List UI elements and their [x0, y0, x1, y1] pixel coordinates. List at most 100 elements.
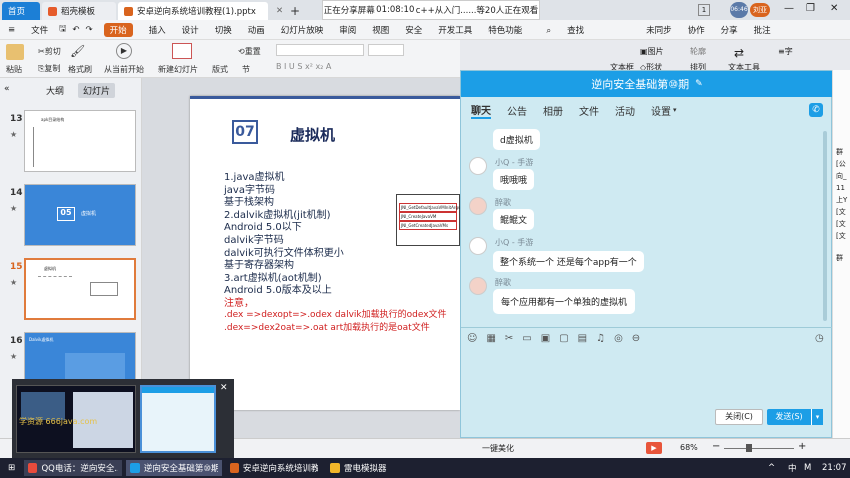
hamburger-icon[interactable]: ≡ [8, 25, 15, 35]
slides-tab[interactable]: 幻灯片 [78, 83, 116, 98]
chevron-down-icon[interactable]: ▾ [673, 106, 677, 114]
menu-review[interactable]: 审阅 [339, 24, 356, 36]
mic-icon[interactable]: ◎ [614, 333, 623, 344]
edit-icon[interactable]: ✎ [695, 79, 703, 89]
zoom-slider-thumb[interactable] [746, 444, 752, 452]
new-tab-button[interactable]: + [284, 2, 300, 20]
avatar[interactable] [469, 197, 487, 215]
tab-file[interactable]: 安卓逆向系统培训教程(1).pptx [118, 2, 268, 20]
more-icon[interactable]: ⊖ [632, 333, 640, 344]
chat-tab-activity[interactable]: 活动 [615, 103, 635, 118]
scissors-icon[interactable]: ✂ [505, 333, 513, 344]
menu-insert[interactable]: 插入 [149, 24, 166, 36]
copy-button[interactable]: ⎘复制 [38, 63, 60, 74]
start-icon[interactable]: ⊞ [4, 460, 19, 476]
avatar[interactable] [469, 277, 487, 295]
taskbar-item-chat[interactable]: 逆向安全基础第⑩期 [126, 460, 222, 476]
menu-view[interactable]: 视图 [372, 24, 389, 36]
chat-tab-files[interactable]: 文件 [579, 103, 599, 118]
save-icon[interactable]: 🖫 [59, 23, 66, 37]
avatar[interactable] [469, 157, 487, 175]
section-button[interactable]: 节 [242, 64, 250, 75]
play-slideshow-icon[interactable]: ▶ [646, 442, 662, 454]
font-size-select[interactable] [368, 44, 404, 56]
play-from-current-button[interactable]: 从当前开始 [104, 64, 144, 75]
ime-mode-icon[interactable]: M [800, 460, 815, 476]
font-family-select[interactable] [276, 44, 364, 56]
slide-thumbnail-13[interactable]: apk目录结构 [24, 110, 136, 172]
restore-button[interactable]: ❐ [806, 3, 815, 14]
paste-icon[interactable] [6, 44, 24, 60]
screenshot-icon[interactable]: ▢ [559, 333, 568, 344]
new-slide-icon[interactable] [172, 43, 192, 59]
send-options-icon[interactable]: ▾ [811, 409, 823, 425]
avatar[interactable] [469, 237, 487, 255]
emoji-icon[interactable]: ☺ [467, 333, 477, 344]
bell-icon[interactable]: ♫ [596, 333, 605, 344]
menu-security[interactable]: 安全 [405, 24, 422, 36]
undo-icon[interactable]: ↶ [72, 25, 79, 35]
menu-design[interactable]: 设计 [182, 24, 199, 36]
chat-tab-album[interactable]: 相册 [543, 103, 563, 118]
chat-title-bar[interactable]: 逆向安全基础第⑩期 ✎ [461, 71, 833, 97]
menu-transition[interactable]: 切换 [215, 24, 232, 36]
menu-start[interactable]: 开始 [103, 22, 133, 37]
slide-thumbnail-15[interactable]: 虚拟机 [24, 258, 136, 320]
font-style-icons[interactable]: B I U S x² x₂ A [276, 62, 331, 71]
phone-icon[interactable]: ✆ [809, 103, 823, 117]
taskbar-item-qq-call[interactable]: QQ电话：逆向安全... [24, 460, 122, 476]
find-replace-icon[interactable]: ⇄ [734, 46, 744, 60]
gif-icon[interactable]: ▦ [486, 333, 495, 344]
menu-slideshow[interactable]: 幻灯片放映 [281, 24, 324, 36]
image-icon[interactable]: ▣ [541, 333, 550, 344]
new-slide-button[interactable]: 新建幻灯片 [158, 64, 198, 75]
menu-search[interactable]: ⌕ 查找 [538, 24, 592, 36]
picture-button[interactable]: ▣图片 [640, 46, 664, 57]
chat-scrollbar[interactable] [823, 131, 827, 321]
menu-annotate[interactable]: 批注 [754, 24, 771, 36]
chat-tab-settings[interactable]: 设置 [651, 103, 671, 118]
tab-home[interactable]: 首页 [2, 2, 40, 20]
layout-button[interactable]: 版式 [212, 64, 228, 75]
menu-developer[interactable]: 开发工具 [438, 24, 472, 36]
slide-thumbnail-14[interactable]: 05 虚拟机 [24, 184, 136, 246]
play-icon[interactable]: ▶ [116, 43, 132, 59]
format-painter-icon[interactable]: 🖌 [70, 44, 85, 58]
ribbon-right-label[interactable]: ≡字 [778, 46, 793, 57]
collapse-icon[interactable]: « [4, 84, 10, 94]
folder-icon[interactable]: ▭ [522, 333, 531, 344]
chat-tab-notice[interactable]: 公告 [507, 103, 527, 118]
paste-button[interactable]: 粘贴 [6, 64, 22, 75]
chat-tab-chat[interactable]: 聊天 [471, 102, 491, 119]
zoom-slider[interactable] [724, 448, 794, 449]
zoom-out-button[interactable]: − [712, 441, 720, 452]
zoom-in-button[interactable]: + [798, 441, 806, 452]
menu-file[interactable]: 文件 [31, 24, 48, 36]
cut-button[interactable]: ✂剪切 [38, 46, 61, 57]
tab-template[interactable]: 稻壳模板 [42, 2, 116, 20]
menu-animation[interactable]: 动画 [248, 24, 265, 36]
outline-tab[interactable]: 大纲 [46, 84, 64, 97]
close-chat-button[interactable]: 关闭(C) [715, 409, 763, 425]
gallery-icon[interactable]: ▤ [578, 333, 587, 344]
menu-collab[interactable]: 协作 [688, 24, 705, 36]
tab-close-icon[interactable]: ✕ [270, 2, 284, 20]
redo-icon[interactable]: ↷ [86, 25, 93, 35]
window-count-badge[interactable]: 1 [698, 4, 710, 16]
clock[interactable]: 21:07 [818, 460, 850, 476]
format-painter-button[interactable]: 格式刷 [68, 64, 92, 75]
menu-features[interactable]: 特色功能 [488, 24, 522, 36]
beautify-button[interactable]: 一键美化 [482, 443, 514, 454]
chat-input[interactable] [461, 349, 833, 405]
minimize-button[interactable]: — [784, 3, 794, 14]
current-slide[interactable]: 07 虚拟机 1.java虚拟机 java字节码 基于栈架构 2.dalvik虚… [190, 96, 460, 410]
taskbar-item-ppt[interactable]: 安卓逆向系统培训教... [226, 460, 322, 476]
ime-indicator[interactable]: 中 [784, 460, 801, 476]
menu-share[interactable]: 分享 [721, 24, 738, 36]
reset-button[interactable]: ⟲重置 [238, 46, 261, 57]
user-avatar[interactable]: 刘亚 [750, 3, 770, 17]
outline-button[interactable]: 轮廓 [690, 46, 706, 57]
preview-thumbnail-call[interactable]: 学资源 666java.com [16, 385, 136, 453]
history-icon[interactable]: ◷ [815, 333, 824, 344]
menu-sync[interactable]: 未同步 [646, 24, 672, 36]
